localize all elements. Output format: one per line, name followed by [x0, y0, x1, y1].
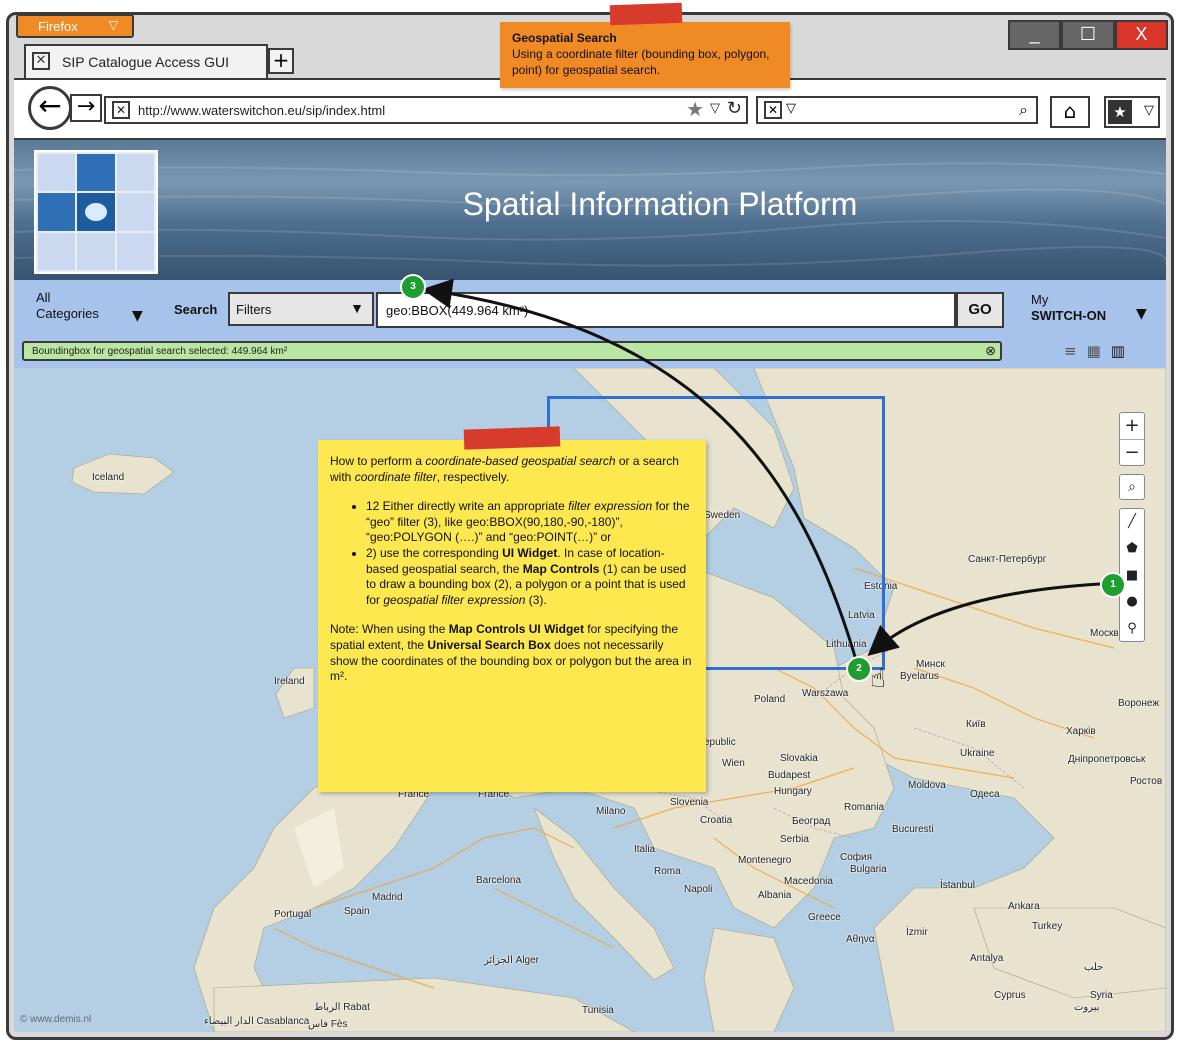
arrow-1-to-2	[867, 582, 1101, 656]
map-copyright: © www.demis.nl	[20, 1014, 92, 1025]
arrow-2-to-3	[422, 278, 858, 661]
annotation-arrows	[422, 278, 1101, 661]
hand-cursor-icon: ☝	[870, 664, 886, 694]
marker-3: 3	[400, 274, 426, 300]
marker-2: 2	[846, 656, 872, 682]
marker-1: 1	[1100, 572, 1126, 598]
